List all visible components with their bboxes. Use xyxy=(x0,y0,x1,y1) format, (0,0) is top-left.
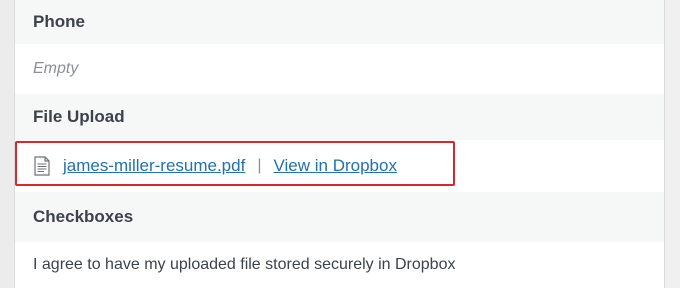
file-upload-field-value: james-miller-resume.pdf | View in Dropbo… xyxy=(15,140,664,192)
checkboxes-field-label: Checkboxes xyxy=(15,192,664,242)
entry-fields-frame: Phone Empty File Upload james-miller-res… xyxy=(0,0,680,288)
file-upload-line: james-miller-resume.pdf | View in Dropbo… xyxy=(33,156,397,176)
file-upload-field-label: File Upload xyxy=(15,94,664,140)
view-in-dropbox-link[interactable]: View in Dropbox xyxy=(273,156,396,176)
document-icon xyxy=(33,156,51,176)
phone-field-label: Phone xyxy=(15,0,664,44)
file-upload-label-text: File Upload xyxy=(33,107,125,126)
entry-fields-panel: Phone Empty File Upload james-miller-res… xyxy=(15,0,665,288)
checkboxes-label-text: Checkboxes xyxy=(33,207,134,226)
resume-file-link[interactable]: james-miller-resume.pdf xyxy=(63,156,245,176)
checkboxes-field-value: I agree to have my uploaded file stored … xyxy=(15,242,664,288)
phone-empty-text: Empty xyxy=(33,60,79,77)
link-separator: | xyxy=(257,157,262,174)
checkboxes-value-text: I agree to have my uploaded file stored … xyxy=(33,256,456,273)
phone-field-value: Empty xyxy=(15,44,664,94)
phone-label-text: Phone xyxy=(33,12,85,31)
left-gutter xyxy=(0,0,15,288)
